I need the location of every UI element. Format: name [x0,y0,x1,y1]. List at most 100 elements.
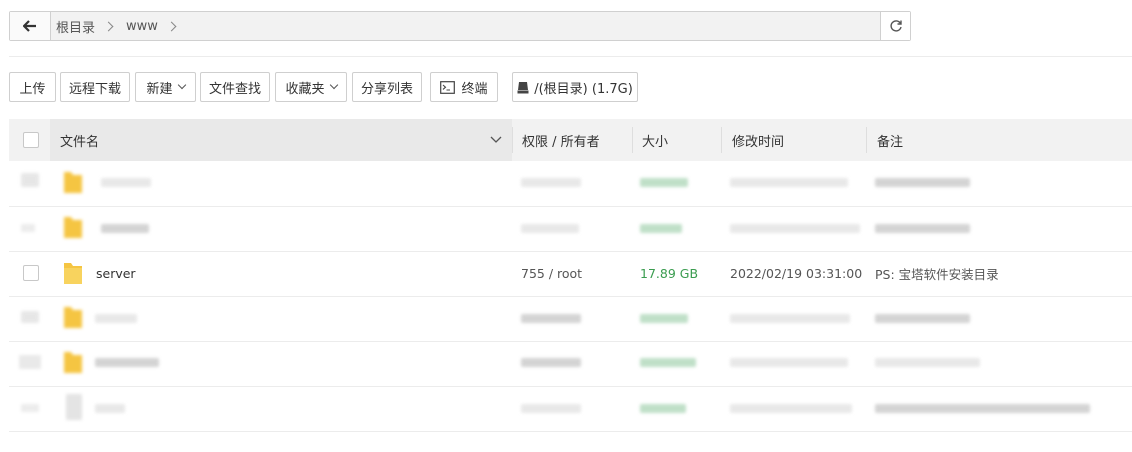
select-all-checkbox[interactable] [23,132,39,148]
breadcrumb-www[interactable]: www [124,19,160,34]
row-checkbox[interactable] [21,311,39,323]
row-perm [521,224,579,233]
column-divider [512,127,513,153]
column-name-label: 文件名 [60,134,100,150]
row-mtime [730,404,852,413]
file-name-text: server [96,266,136,281]
disk-label: /(根目录) (1.7G) [534,81,633,97]
file-search-button[interactable]: 文件查找 [200,72,270,102]
upload-button[interactable]: 上传 [9,72,56,102]
terminal-button[interactable]: 终端 [430,72,498,102]
breadcrumb-root[interactable]: 根目录 [54,17,97,36]
column-perm-label: 权限 / 所有者 [522,134,600,150]
column-mtime-label: 修改时间 [732,134,785,150]
terminal-icon [440,80,456,94]
row-checkbox[interactable] [21,224,35,232]
remote-download-button[interactable]: 远程下载 [60,72,130,102]
row-checkbox[interactable] [21,404,39,412]
row-mtime [730,358,848,367]
row-note [875,224,970,233]
chevron-down-icon [177,80,186,90]
column-note-header: 备注 [877,119,903,161]
table-row[interactable] [9,386,1132,432]
row-note [875,404,1090,413]
row-note [875,314,970,323]
refresh-icon [889,20,902,32]
chevron-right-icon [166,21,177,31]
column-divider [632,127,633,153]
table-row[interactable] [9,161,1132,207]
row-checkbox[interactable] [21,173,39,187]
row-note [875,358,980,367]
row-perm [521,314,581,323]
back-button[interactable] [10,12,51,40]
chevron-right-icon [103,21,114,31]
table-header: 文件名 权限 / 所有者 大小 修改时间 备注 [9,119,1132,161]
column-perm-header[interactable]: 权限 / 所有者 [522,119,600,161]
row-perm [521,358,581,367]
chevron-down-icon [329,80,338,90]
disk-button[interactable]: /(根目录) (1.7G) [512,72,638,102]
folder-icon [64,307,82,328]
row-size [640,314,688,323]
row-mtime-text: 2022/02/19 03:31:00 [730,266,863,281]
row-perm-text: 755 / root [521,266,583,281]
file-icon [66,394,82,420]
row-mtime [730,314,850,323]
row-checkbox[interactable] [23,265,39,281]
path-bar: 根目录 www [9,11,911,41]
file-name[interactable] [101,178,151,187]
row-mtime [730,178,848,187]
table-row[interactable] [9,341,1132,387]
file-name[interactable] [95,314,137,323]
row-size [640,178,688,187]
terminal-label: 终端 [461,81,488,97]
table-row[interactable] [9,206,1132,252]
file-name[interactable]: server [96,251,136,296]
divider [9,56,1132,57]
column-note-label: 备注 [877,134,904,150]
upload-label: 上传 [19,81,46,97]
row-perm [521,404,581,413]
file-search-label: 文件查找 [208,81,261,97]
folder-icon [64,172,82,193]
share-list-button[interactable]: 分享列表 [352,72,422,102]
column-name-header[interactable]: 文件名 [50,119,512,161]
table-row[interactable]: server 755 / root 17.89 GB 2022/02/19 03… [9,251,1132,297]
column-divider [721,127,722,153]
row-note [875,178,970,187]
hard-drive-icon [517,81,529,93]
folder-icon [64,352,82,373]
breadcrumb: 根目录 www [54,12,187,40]
row-note[interactable]: PS: 宝塔软件安装目录 [875,251,999,296]
file-name[interactable] [95,404,125,413]
row-note-text: PS: 宝塔软件安装目录 [875,267,999,282]
row-checkbox[interactable] [19,355,41,369]
row-perm[interactable]: 755 / root [521,251,582,296]
chevron-down-icon [490,136,502,143]
file-name[interactable] [101,224,149,233]
row-mtime [730,224,860,233]
row-size [640,404,686,413]
column-divider [866,127,867,153]
column-size-header[interactable]: 大小 [642,119,668,161]
favorites-dropdown-button[interactable]: 收藏夹 [275,72,347,102]
row-mtime: 2022/02/19 03:31:00 [730,251,862,296]
column-mtime-header[interactable]: 修改时间 [732,119,784,161]
new-dropdown-button[interactable]: 新建 [135,72,196,102]
refresh-button[interactable] [880,12,910,40]
row-size[interactable]: 17.89 GB [640,251,698,296]
favorites-label: 收藏夹 [285,81,325,97]
row-perm [521,178,581,187]
row-size [640,224,682,233]
file-name[interactable] [95,358,159,367]
row-size [640,358,696,367]
folder-icon [64,217,82,238]
share-list-label: 分享列表 [360,81,413,97]
remote-download-label: 远程下载 [68,81,121,97]
arrow-left-icon [23,20,36,32]
folder-icon [64,263,82,284]
row-size-text: 17.89 GB [640,266,699,281]
column-size-label: 大小 [642,134,669,150]
table-row[interactable] [9,296,1132,342]
